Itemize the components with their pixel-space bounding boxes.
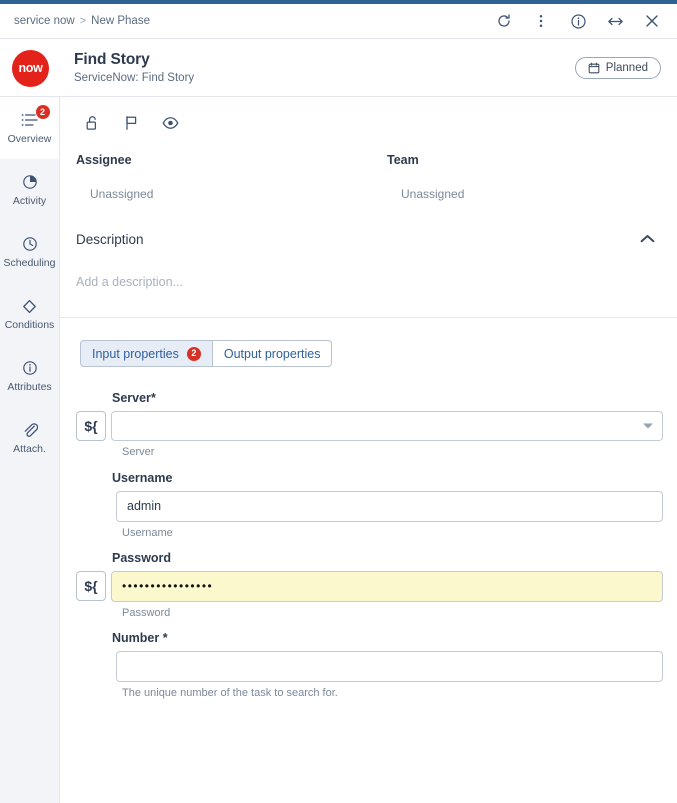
sidebar-item-label: Conditions — [4, 319, 55, 332]
sidebar-item-overview[interactable]: 2 Overview — [0, 97, 59, 159]
team-label: Team — [387, 153, 419, 167]
description-input[interactable]: Add a description... — [60, 249, 677, 289]
field-hint: Server — [122, 446, 155, 459]
field-number: Number * The unique number of the task t… — [76, 631, 663, 700]
variable-picker-button[interactable]: ${ — [76, 411, 106, 442]
assignee-block: Assignee Unassigned — [60, 153, 371, 201]
header-titles: Find Story ServiceNow: Find Story — [74, 50, 194, 85]
pie-chart-icon — [19, 173, 41, 191]
info-icon[interactable] — [569, 12, 587, 30]
refresh-icon[interactable] — [495, 12, 513, 30]
close-icon[interactable] — [643, 12, 661, 30]
unlock-icon[interactable] — [82, 113, 102, 133]
tab-badge: 2 — [186, 346, 201, 361]
window-actions — [495, 12, 677, 30]
sidebar-item-attributes[interactable]: Attributes — [0, 345, 59, 407]
task-header: now Find Story ServiceNow: Find Story Pl… — [0, 40, 677, 97]
breadcrumb: service now > New Phase — [0, 15, 150, 27]
breadcrumb-current[interactable]: New Phase — [91, 15, 150, 27]
info-icon — [19, 359, 41, 377]
properties-tabs: Input properties 2 Output properties — [80, 340, 333, 368]
team-value[interactable]: Unassigned — [387, 187, 464, 201]
servicenow-logo: now — [12, 49, 49, 87]
field-row: ${ •••••••••••••••• — [76, 570, 663, 602]
server-select[interactable] — [111, 411, 663, 442]
servicenow-task-panel: service now > New Phase now Find Story S… — [0, 0, 677, 803]
team-block: Team Unassigned — [371, 153, 464, 201]
username-input[interactable]: admin — [116, 490, 663, 522]
description-header: Description — [60, 201, 677, 249]
required-marker: * — [150, 391, 156, 406]
field-label-text: Number — [112, 630, 160, 645]
quick-actions — [60, 97, 677, 133]
field-label: Number * — [112, 631, 663, 646]
window-chrome-bar: service now > New Phase — [0, 4, 677, 39]
tab-label: Output properties — [223, 346, 321, 361]
list-icon: 2 — [19, 105, 50, 129]
field-label-text: Password — [112, 550, 172, 565]
tab-label: Input properties — [92, 346, 179, 361]
chevron-down-icon[interactable] — [643, 423, 653, 429]
section-divider — [60, 317, 677, 319]
input-properties-form: Server* ${ Server Username admin Usernam… — [60, 367, 677, 700]
expand-icon[interactable] — [606, 12, 624, 30]
tab-input-properties[interactable]: Input properties 2 — [80, 340, 213, 368]
description-title: Description — [76, 231, 144, 247]
flag-icon[interactable] — [121, 113, 141, 133]
sidebar-item-activity[interactable]: Activity — [0, 159, 59, 221]
sidebar-item-label: Scheduling — [3, 257, 56, 270]
paperclip-icon — [19, 421, 41, 439]
page-subtitle: ServiceNow: Find Story — [74, 71, 195, 84]
chevron-up-icon[interactable] — [637, 229, 657, 249]
field-password: Password ${ •••••••••••••••• Password — [76, 551, 663, 620]
calendar-icon — [588, 62, 600, 74]
field-indent-spacer — [76, 491, 111, 492]
field-row — [76, 650, 663, 682]
password-value: •••••••••••••••• — [122, 579, 214, 594]
clock-icon — [19, 235, 41, 253]
sidebar: 2 Overview Activity Scheduling Condition… — [0, 97, 60, 803]
required-marker: * — [162, 630, 168, 645]
sidebar-item-attachments[interactable]: Attach. — [0, 407, 59, 469]
breadcrumb-separator: > — [79, 15, 87, 27]
password-input[interactable]: •••••••••••••••• — [111, 570, 663, 602]
field-indent-spacer — [76, 651, 111, 652]
field-label: Server* — [112, 391, 663, 406]
main-content: Assignee Unassigned Team Unassigned Desc… — [60, 97, 677, 803]
tab-output-properties[interactable]: Output properties — [212, 340, 333, 368]
field-hint: Username — [122, 526, 173, 539]
people-row: Assignee Unassigned Team Unassigned — [60, 133, 677, 201]
field-username: Username admin Username — [76, 471, 663, 540]
field-label: Password — [112, 551, 663, 566]
sidebar-item-label: Attach. — [13, 443, 46, 456]
logo-text: now — [18, 60, 43, 75]
more-options-icon[interactable] — [532, 12, 550, 30]
breadcrumb-root[interactable]: service now — [14, 15, 75, 27]
sidebar-badge-overview: 2 — [35, 105, 50, 120]
sidebar-item-conditions[interactable]: Conditions — [0, 283, 59, 345]
number-input[interactable] — [116, 650, 663, 682]
field-hint: Password — [122, 606, 171, 619]
field-server: Server* ${ Server — [76, 391, 663, 459]
status-badge[interactable]: Planned — [574, 57, 661, 79]
field-label: Username — [112, 471, 663, 486]
assignee-label: Assignee — [76, 153, 132, 167]
assignee-value[interactable]: Unassigned — [76, 187, 371, 201]
field-row: ${ — [76, 411, 663, 442]
status-badge-label: Planned — [605, 62, 648, 74]
sidebar-item-scheduling[interactable]: Scheduling — [0, 221, 59, 283]
sidebar-item-label: Attributes — [7, 381, 52, 394]
eye-icon[interactable] — [160, 113, 180, 133]
variable-picker-button[interactable]: ${ — [76, 570, 106, 601]
field-label-text: Server — [112, 391, 151, 406]
page-title: Find Story — [74, 51, 150, 69]
diamond-icon — [19, 297, 41, 315]
field-row: admin — [76, 490, 663, 522]
sidebar-item-label: Activity — [12, 195, 47, 208]
username-value: admin — [127, 498, 162, 513]
sidebar-item-label: Overview — [7, 133, 52, 146]
field-label-text: Username — [112, 470, 173, 485]
field-hint: The unique number of the task to search … — [122, 686, 338, 699]
